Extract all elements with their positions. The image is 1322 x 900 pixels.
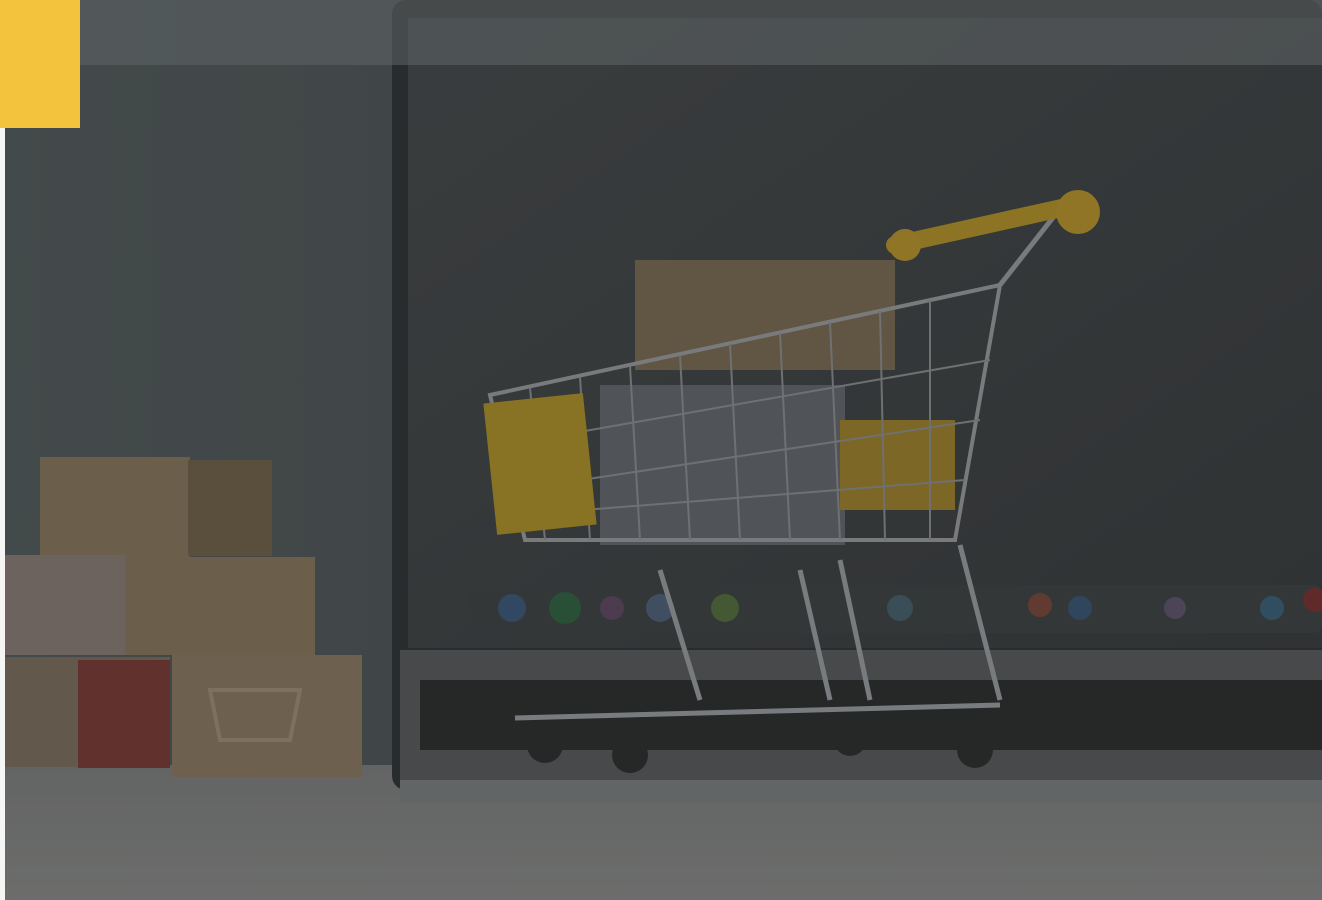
left-edge-strip (0, 128, 5, 900)
brand-logo-block[interactable] (0, 0, 80, 128)
hero-image (0, 0, 1322, 900)
top-navigation-bar (0, 0, 1322, 65)
